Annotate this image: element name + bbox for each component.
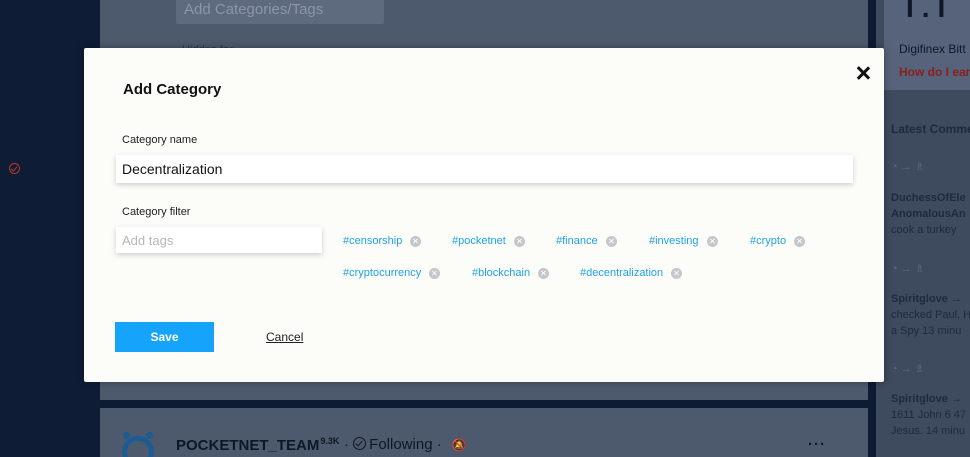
- tag-chip: #blockchain: [472, 266, 550, 280]
- category-name-label: Category name: [122, 134, 198, 146]
- tag-chip: #cryptocurrency: [343, 266, 441, 280]
- remove-tag-icon[interactable]: [605, 235, 617, 247]
- tag-label[interactable]: #pocketnet: [452, 235, 506, 247]
- tag-label[interactable]: #finance: [556, 235, 598, 247]
- tag-chip: #crypto: [750, 234, 806, 248]
- cancel-button[interactable]: Cancel: [266, 330, 303, 344]
- category-filter-label: Category filter: [122, 206, 191, 218]
- remove-tag-icon[interactable]: [513, 235, 525, 247]
- tag-label[interactable]: #investing: [649, 235, 699, 247]
- tag-chip: #censorship: [343, 234, 422, 248]
- tag-chip: #decentralization: [580, 266, 683, 280]
- remove-tag-icon[interactable]: [706, 235, 718, 247]
- add-category-dialog: Add Category Category name Category filt…: [84, 48, 884, 382]
- remove-tag-icon[interactable]: [538, 267, 550, 279]
- remove-tag-icon[interactable]: [794, 235, 806, 247]
- dialog-title: Add Category: [123, 81, 222, 98]
- tag-label[interactable]: #blockchain: [472, 267, 530, 279]
- tag-label[interactable]: #censorship: [343, 235, 402, 247]
- tag-label[interactable]: #cryptocurrency: [343, 267, 421, 279]
- save-button[interactable]: Save: [115, 322, 214, 352]
- remove-tag-icon[interactable]: [671, 267, 683, 279]
- tag-chip: #investing: [649, 234, 718, 248]
- tag-label[interactable]: #crypto: [750, 235, 786, 247]
- category-name-input[interactable]: [116, 155, 853, 183]
- tag-chip: #finance: [556, 234, 617, 248]
- close-icon[interactable]: [856, 66, 870, 80]
- tag-chip: #pocketnet: [452, 234, 525, 248]
- add-tags-input[interactable]: [116, 227, 322, 253]
- tag-label[interactable]: #decentralization: [580, 267, 663, 279]
- remove-tag-icon[interactable]: [410, 235, 422, 247]
- remove-tag-icon[interactable]: [429, 267, 441, 279]
